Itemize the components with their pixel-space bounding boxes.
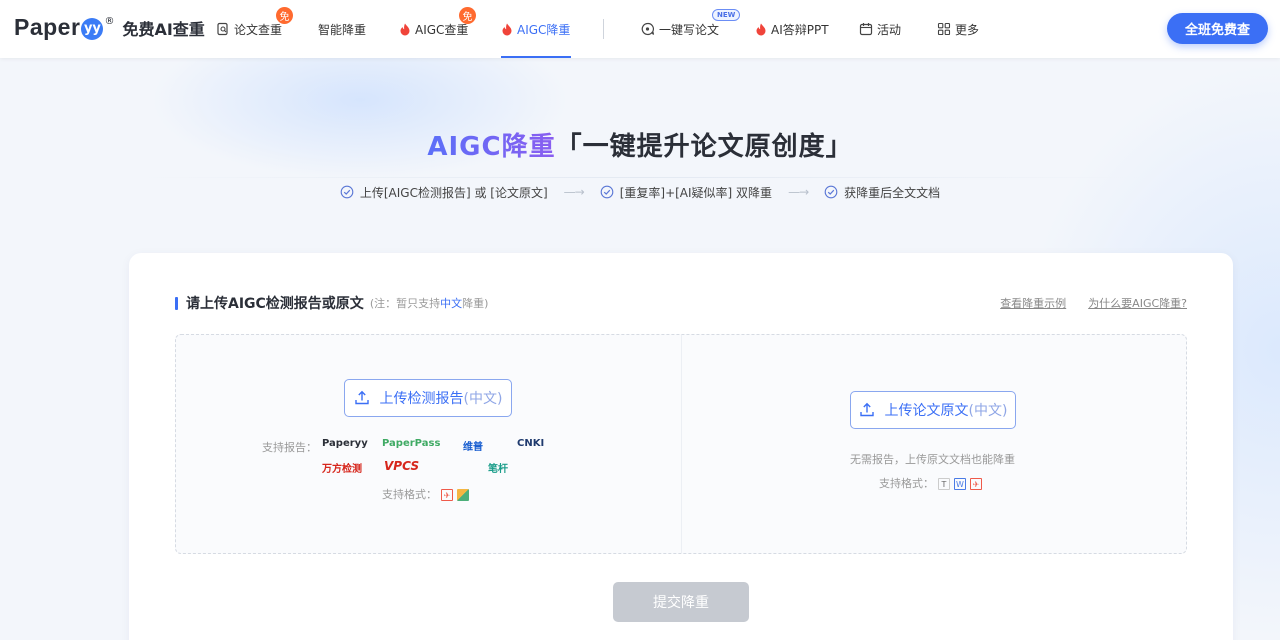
calendar-icon <box>859 22 873 36</box>
image-file-icon <box>457 489 469 501</box>
nav-item-label: AIGC降重 <box>517 22 571 37</box>
free-badge: 免 <box>276 7 293 24</box>
upload-original-label: 上传论文原文 <box>884 403 969 419</box>
view-example-link[interactable]: 查看降重示例 <box>1000 295 1066 311</box>
nav-item-label: 更多 <box>955 22 980 37</box>
free-badge: 免 <box>459 7 476 24</box>
upload-report-label: 上传检测报告 <box>379 391 464 407</box>
check-circle-icon <box>340 185 354 199</box>
process-steps: 上传[AIGC检测报告] 或 [论文原文] —→ [重复率]+[AI疑似率] 双… <box>0 182 1280 202</box>
hero-divider <box>140 177 1140 178</box>
word-file-icon: W <box>954 478 966 490</box>
check-circle-icon <box>600 185 614 199</box>
nav-item-ai-ppt[interactable]: AI答辩PPT <box>755 0 829 58</box>
nav-item-more[interactable]: 更多 <box>937 0 979 58</box>
top-navigation: Paper yy ® 免费AI查重 论文查重 免 智能降重 AIGC查重 免 A… <box>0 0 1280 58</box>
nav-item-label: 论文查重 <box>234 22 283 37</box>
brand-weipu-logo: 维普 <box>463 442 483 453</box>
logo-wordmark: Paper <box>14 14 81 40</box>
free-class-check-button[interactable]: 全班免费查 <box>1167 13 1268 44</box>
step-label: 获降重后全文文档 <box>844 185 941 200</box>
ai-brain-icon <box>640 22 655 36</box>
no-report-description: 无需报告，上传原文文档也能降重 <box>850 453 1015 466</box>
nav-item-aigc-rewrite[interactable]: AIGC降重 <box>501 0 572 58</box>
page-title-rest: 「一键提升论文原创度」 <box>555 132 853 162</box>
brand-paperyy-logo: Paperyy <box>322 438 368 449</box>
nav-item-label: 一键写论文 <box>659 22 720 37</box>
upload-report-hint: (中文) <box>463 391 503 407</box>
supported-formats-right: 支持格式： T W ✈ <box>879 475 982 491</box>
supported-formats-left: 支持格式： ✈ <box>382 486 469 502</box>
card-note: (注：暂只支持中文降重) <box>369 297 489 310</box>
brand-paperpass-logo: PaperPass <box>382 438 441 449</box>
pdf-file-icon: ✈ <box>441 489 453 501</box>
logo-subtitle: 免费AI查重 <box>122 19 205 39</box>
step-label: [重复率]+[AI疑似率] 双降重 <box>619 185 773 200</box>
nav-item-write-paper[interactable]: 一键写论文 NEW <box>640 0 741 58</box>
dropzone-divider <box>681 335 682 553</box>
upload-original-button[interactable]: 上传论文原文 (中文) <box>850 391 1016 429</box>
submit-rewrite-button[interactable]: 提交降重 <box>613 582 749 622</box>
check-circle-icon <box>824 185 838 199</box>
title-accent-bar <box>175 296 178 310</box>
grid-icon <box>937 22 951 36</box>
arrow-right-icon: —→ <box>563 185 585 199</box>
document-search-icon <box>216 22 230 36</box>
upload-dropzone[interactable]: 上传检测报告 (中文) 支持报告： Paperyy PaperPass 维普 CN… <box>175 334 1187 554</box>
why-aigc-link[interactable]: 为什么要AIGC降重? <box>1088 295 1187 311</box>
new-badge: NEW <box>712 9 741 21</box>
step-label: 上传[AIGC检测报告] 或 [论文原文] <box>359 185 548 200</box>
card-title-text: 请上传AIGC检测报告或原文 <box>186 296 364 312</box>
nav-item-aigc-check[interactable]: AIGC查重 免 <box>399 0 476 58</box>
logo-registered: ® <box>104 16 115 27</box>
nav-divider <box>603 19 604 39</box>
arrow-right-icon: —→ <box>788 185 809 199</box>
nav-item-events[interactable]: 活动 <box>859 0 901 58</box>
upload-icon <box>354 390 370 406</box>
nav-item-smart-rewrite[interactable]: 智能降重 <box>318 0 366 58</box>
step-1: 上传[AIGC检测报告] 或 [论文原文] <box>340 184 548 201</box>
upload-card: 请上传AIGC检测报告或原文 (注：暂只支持中文降重) 查看降重示例 为什么要A… <box>129 253 1233 640</box>
upload-report-button[interactable]: 上传检测报告 (中文) <box>344 379 512 417</box>
step-3: 获降重后全文文档 <box>824 184 940 201</box>
upload-icon <box>859 402 875 418</box>
fire-icon <box>501 23 513 36</box>
nav-item-label: 活动 <box>877 22 902 37</box>
supported-reports-label: 支持报告： <box>262 441 317 454</box>
page-title: AIGC降重「一键提升论文原创度」 <box>0 126 1280 163</box>
logo-mark-icon: yy <box>81 17 104 40</box>
step-2: [重复率]+[AI疑似率] 双降重 <box>600 184 772 201</box>
brand-bigan-logo: 笔杆 <box>488 464 508 475</box>
brand-vpcs-logo: VPCS <box>384 459 420 473</box>
nav-item-label: 智能降重 <box>318 22 367 37</box>
fire-icon <box>399 23 411 36</box>
fire-icon <box>755 23 767 36</box>
nav-item-paper-check[interactable]: 论文查重 免 <box>216 0 293 58</box>
nav-item-label: AIGC查重 <box>415 22 469 37</box>
card-links: 查看降重示例 为什么要AIGC降重? <box>978 295 1187 311</box>
brand-wanfang-logo: 万方检测 <box>322 464 362 475</box>
logo[interactable]: Paper yy ® 免费AI查重 <box>14 14 205 41</box>
upload-original-hint: (中文) <box>968 403 1008 419</box>
brand-cnki-logo: CNKI <box>517 438 545 449</box>
nav-item-label: AI答辩PPT <box>771 22 829 37</box>
txt-file-icon: T <box>938 478 950 490</box>
card-title: 请上传AIGC检测报告或原文 (注：暂只支持中文降重) <box>175 293 488 313</box>
pdf-file-icon: ✈ <box>970 478 982 490</box>
page-title-highlight: AIGC降重 <box>427 132 556 162</box>
